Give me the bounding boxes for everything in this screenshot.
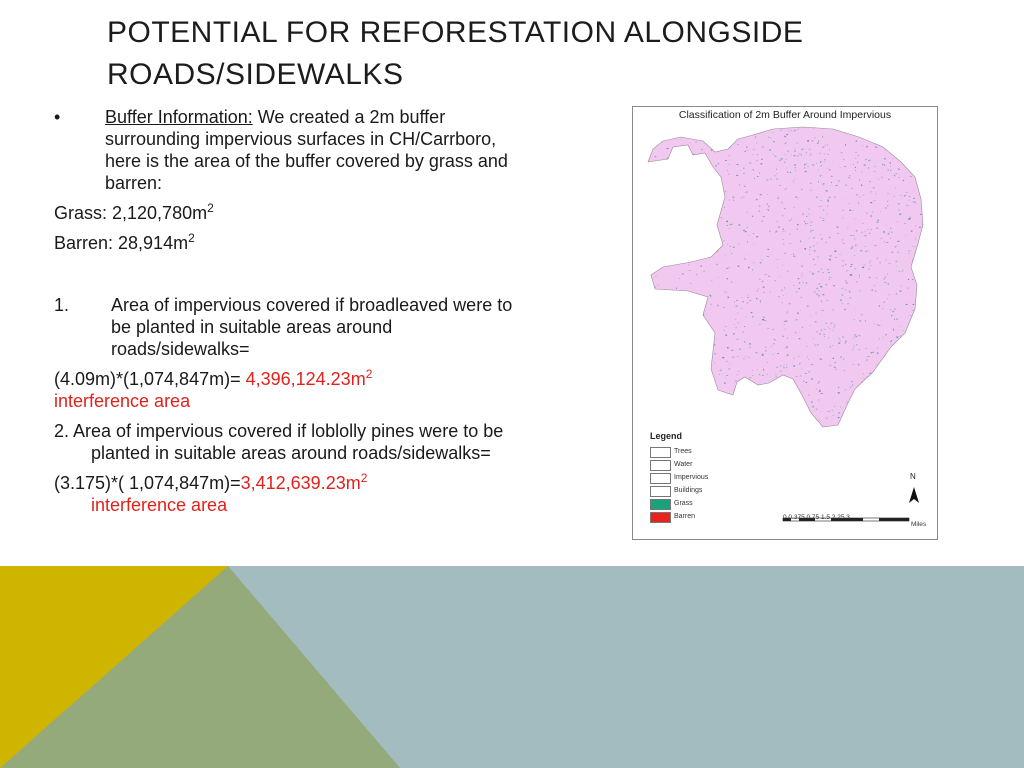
north-arrow-icon (909, 487, 919, 503)
item-2: 2. Area of impervious covered if lobloll… (54, 420, 524, 464)
barren-area: Barren: 28,914m2 (54, 232, 524, 254)
item-1-text: Area of impervious covered if broadleave… (111, 295, 513, 359)
legend-swatch-water (650, 460, 671, 471)
item-2-calculation: (3.175)*( 1,074,847m)=3,412,639.23m2 inte… (54, 472, 524, 516)
legend-label-trees: Trees (674, 448, 692, 455)
buffer-info-bullet: • Buffer Information: We created a 2m buf… (54, 106, 524, 194)
item-1: 1. Area of impervious covered if broadlea… (54, 294, 524, 360)
grass-area-exponent: 2 (207, 201, 214, 215)
item-1-result: 4,396,124.23m (245, 369, 366, 389)
decorative-footer-band (0, 566, 1024, 768)
legend-swatch-barren (650, 512, 671, 523)
bullet-marker: • (54, 107, 61, 127)
item-1-calculation: (4.09m)*(1,074,847m)= 4,396,124.23m2 inte… (54, 368, 524, 412)
slide-title-line-1: POTENTIAL FOR REFORESTATION ALONGSIDE (107, 16, 804, 49)
legend-swatch-buildings (650, 486, 671, 497)
slide-body: • Buffer Information: We created a 2m buf… (54, 106, 524, 516)
item-2-result: 3,412,639.23m (240, 473, 361, 493)
legend-title: Legend (650, 431, 683, 441)
north-label: N (910, 472, 916, 481)
legend-swatch-trees (650, 447, 671, 458)
item-2-text: 2. Area of impervious covered if lobloll… (54, 421, 504, 463)
item-1-calc: (4.09m)*(1,074,847m)= (54, 369, 246, 389)
city-boundary (647, 126, 924, 428)
item-2-result-exponent: 2 (360, 471, 368, 485)
barren-area-value: Barren: 28,914m (54, 233, 189, 253)
buffer-info-label: Buffer Information: (105, 107, 253, 127)
legend-label-grass: Grass (674, 500, 693, 507)
slide-title-line-2: ROADS/SIDEWALKS (107, 58, 404, 91)
slide-title: POTENTIAL FOR REFORESTATION ALONGSIDE RO… (107, 12, 867, 96)
item-2-result-label: interference area (91, 495, 228, 515)
legend-label-buildings: Buildings (674, 487, 703, 494)
item-1-marker: 1. (54, 295, 70, 315)
scale-unit-label: Miles (911, 521, 927, 528)
grass-area: Grass: 2,120,780m2 (54, 202, 524, 224)
buffer-classification-map: Classification of 2m Buffer Around Imper… (632, 106, 938, 540)
legend-label-impervious: Impervious (674, 474, 709, 481)
map-title: Classification of 2m Buffer Around Imper… (678, 109, 892, 121)
scale-tick-labels: 0 0.375 0.75 1.5 2.25 3 (783, 514, 850, 521)
item-2-calc: (3.175)*( 1,074,847m)= (54, 473, 241, 493)
item-1-result-exponent: 2 (365, 367, 373, 381)
grass-area-value: Grass: 2,120,780m (54, 203, 208, 223)
legend-swatch-impervious (650, 473, 671, 484)
barren-area-exponent: 2 (188, 231, 195, 245)
legend-label-water: Water (674, 461, 693, 468)
item-1-result-label: interference area (54, 391, 191, 411)
legend-label-barren: Barren (674, 513, 696, 520)
legend-swatch-grass (650, 499, 671, 510)
